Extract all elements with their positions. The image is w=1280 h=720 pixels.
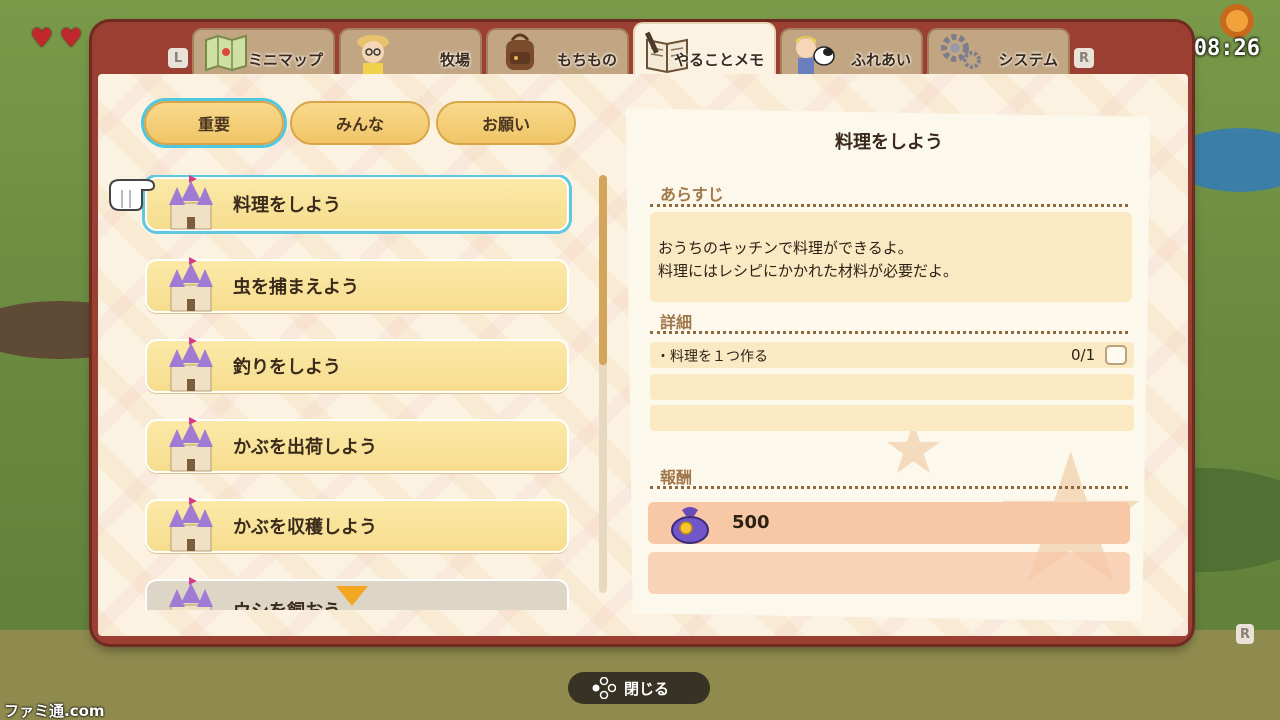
task-row-empty (650, 405, 1134, 431)
tab-todo-memo[interactable]: やることメモ (633, 22, 776, 76)
tab-label: システム (998, 51, 1058, 69)
map-icon (202, 30, 250, 74)
synopsis-heading: あらすじ (660, 185, 724, 204)
synopsis-text: おうちのキッチンで料理ができるよ。 料理にはレシピにかかれた材料が必要だよ。 (658, 237, 958, 283)
quest-item[interactable]: かぶを出荷しよう (145, 417, 569, 473)
quest-label: かぶを出荷しよう (233, 437, 377, 458)
reward-heading: 報酬 (660, 468, 693, 487)
task-progress: 0/1 (1071, 346, 1096, 364)
money-bag-icon (671, 507, 709, 544)
details-heading: 詳細 (660, 313, 693, 332)
tab-label: やることメモ (673, 51, 764, 69)
quest-item[interactable]: 釣りをしよう (145, 337, 569, 393)
heart-icon: ♥ (59, 24, 83, 54)
task-checkbox (1105, 345, 1127, 365)
divider (650, 204, 1128, 207)
menu-tabs: L ミニマップ 牧場 もちもの やることメモ ふれあい システム R (168, 22, 1113, 76)
quest-label: 料理をしよう (233, 195, 341, 216)
list-scrollbar-thumb[interactable] (599, 175, 607, 365)
pointer-hand-icon (109, 179, 156, 211)
reward-row (648, 502, 1130, 544)
r-button-hint: R (1236, 624, 1254, 644)
castle-icon (169, 497, 213, 552)
quest-label: かぶを収穫しよう (233, 517, 377, 538)
watermark: ファミ通.com (4, 702, 105, 720)
friends-portrait-icon (790, 30, 838, 74)
l-shoulder-hint[interactable]: L (168, 48, 188, 68)
tab-label: もちもの (556, 51, 617, 69)
tab-farm[interactable]: 牧場 (339, 28, 482, 76)
tab-minimap[interactable]: ミニマップ (192, 28, 335, 76)
quest-item[interactable]: 料理をしよう (145, 175, 569, 231)
close-label: 閉じる (624, 679, 670, 698)
game-clock: 08:26 (1193, 36, 1260, 61)
tab-interaction[interactable]: ふれあい (780, 28, 923, 76)
castle-icon (169, 577, 213, 610)
quest-item[interactable]: 虫を捕まえよう (145, 257, 569, 313)
task-label: ・料理を１つ作る (656, 349, 768, 365)
tab-label: ミニマップ (247, 51, 323, 69)
quest-label: 虫を捕まえよう (233, 277, 359, 298)
category-requests-button[interactable]: お願い (436, 101, 576, 145)
tab-system[interactable]: システム (927, 28, 1070, 76)
castle-icon (169, 257, 213, 312)
r-shoulder-hint[interactable]: R (1074, 48, 1094, 68)
close-button[interactable]: 閉じる (568, 672, 710, 704)
reward-value: 500 (732, 512, 770, 533)
gear-icon (937, 30, 985, 74)
category-everyone-button[interactable]: みんな (290, 101, 430, 145)
tab-label: ふれあい (850, 51, 911, 69)
scroll-down-indicator-icon (336, 586, 368, 606)
heart-icon: ♥ (30, 24, 54, 54)
health-hearts: ♥ ♥ (30, 26, 83, 52)
castle-icon (169, 417, 213, 472)
sun-weather-icon (1220, 4, 1254, 38)
synopsis-line: おうちのキッチンで料理ができるよ。 (658, 239, 913, 257)
face-buttons-icon (592, 677, 616, 699)
category-important-button[interactable]: 重要 (144, 101, 284, 145)
synopsis-line: 料理にはレシピにかかれた材料が必要だよ。 (658, 262, 959, 280)
farmer-portrait-icon (349, 30, 397, 74)
quest-item[interactable]: かぶを収穫しよう (145, 497, 569, 553)
quest-list: 料理をしよう 虫を捕まえよう 釣りをしよう かぶを出荷しよう かぶを収穫しよう … (140, 175, 574, 610)
reward-row-empty (648, 552, 1130, 594)
quest-detail-title: 料理をしよう (835, 132, 943, 153)
quest-label: 釣りをしよう (233, 357, 341, 378)
backpack-icon (496, 30, 544, 74)
quest-label: ウシを飼おう (233, 597, 341, 610)
tab-items[interactable]: もちもの (486, 28, 629, 76)
tab-label: 牧場 (439, 51, 470, 69)
castle-icon (169, 175, 213, 230)
divider (650, 486, 1128, 489)
castle-icon (169, 337, 213, 392)
task-row-empty (650, 374, 1134, 400)
divider (650, 331, 1128, 334)
